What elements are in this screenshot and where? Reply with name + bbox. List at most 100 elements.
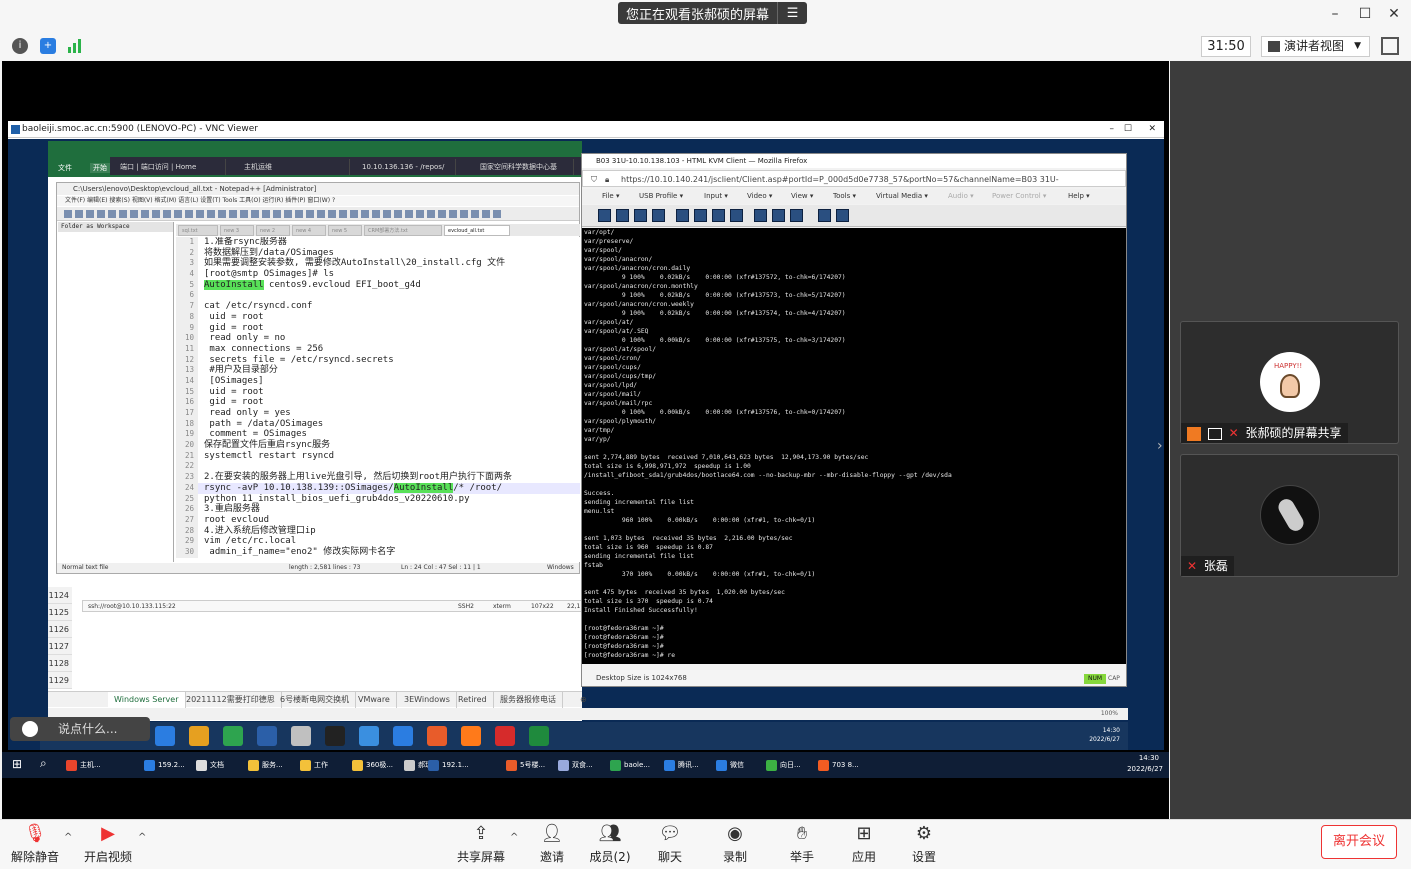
browser-tab[interactable]: 国家空间科学数据中心基 bbox=[474, 159, 574, 175]
remote-taskbar-icon[interactable] bbox=[359, 726, 379, 746]
toolbar-icon[interactable] bbox=[361, 210, 369, 218]
sheet-tab[interactable]: VMware bbox=[352, 692, 397, 708]
toolbar-icon[interactable] bbox=[240, 210, 248, 218]
kvm-menu-video[interactable]: Video ▾ bbox=[747, 189, 772, 204]
raise-hand-button[interactable]: ✋︎ 举手 bbox=[772, 821, 832, 865]
url-bar[interactable]: ⛉ 🔒︎ https://10.10.140.241/jsclient/Clie… bbox=[582, 170, 1126, 201]
share-screen-button[interactable]: ⇪ 共享屏幕 bbox=[451, 821, 511, 865]
taskbar-item[interactable]: 腾讯... bbox=[664, 755, 699, 775]
share-notice[interactable]: 您正在观看张郝硕的屏幕 ☰ bbox=[618, 2, 808, 24]
toolbar-icon[interactable] bbox=[119, 210, 127, 218]
toolbar-icon[interactable] bbox=[295, 210, 303, 218]
toolbar-icon[interactable] bbox=[416, 210, 424, 218]
emoji-icon[interactable] bbox=[22, 721, 38, 737]
taskbar-item[interactable]: 360极... bbox=[352, 755, 393, 775]
taskbar-item[interactable]: 向日... bbox=[766, 755, 801, 775]
kvm-toolbar-icon[interactable] bbox=[652, 209, 665, 222]
sheet-tab[interactable]: 20211112需要打印德思 bbox=[180, 692, 282, 708]
toolbar-icon[interactable] bbox=[438, 210, 446, 218]
remote-terminal[interactable]: var/opt/var/preserve/var/spool/var/spool… bbox=[582, 228, 1126, 664]
toolbar-icon[interactable] bbox=[97, 210, 105, 218]
taskbar-item[interactable]: 文档 bbox=[196, 755, 224, 775]
toolbar-icon[interactable] bbox=[471, 210, 479, 218]
vnc-minimize-icon[interactable]: – bbox=[1110, 121, 1115, 138]
kvm-menu-view[interactable]: View ▾ bbox=[791, 189, 813, 204]
remote-taskbar-icon[interactable] bbox=[189, 726, 209, 746]
remote-taskbar-icon[interactable] bbox=[427, 726, 447, 746]
browser-tab[interactable]: 主机运维 bbox=[238, 159, 350, 175]
kvm-toolbar-icon[interactable] bbox=[598, 209, 611, 222]
toolbar-icon[interactable] bbox=[394, 210, 402, 218]
sheet-tab[interactable]: Retired bbox=[452, 692, 494, 708]
kvm-toolbar-icon[interactable] bbox=[634, 209, 647, 222]
maximize-icon[interactable]: ☐ bbox=[1357, 6, 1373, 22]
remote-taskbar-icon[interactable] bbox=[529, 726, 549, 746]
kvm-toolbar-icon[interactable] bbox=[836, 209, 849, 222]
kvm-toolbar-icon[interactable] bbox=[712, 209, 725, 222]
excel-grid[interactable] bbox=[48, 574, 582, 689]
kvm-menu-help[interactable]: Help ▾ bbox=[1068, 189, 1090, 204]
toolbar-icon[interactable] bbox=[306, 210, 314, 218]
add-sheet-icon[interactable]: ⊕ bbox=[574, 692, 593, 708]
toolbar-icon[interactable] bbox=[317, 210, 325, 218]
toolbar-icon[interactable] bbox=[152, 210, 160, 218]
notepad-tab[interactable]: new 2 bbox=[256, 225, 290, 236]
notepad-tab[interactable]: new 5 bbox=[328, 225, 362, 236]
kvm-toolbar-icon[interactable] bbox=[754, 209, 767, 222]
chat-button[interactable]: 💬︎ 聊天 bbox=[640, 821, 700, 865]
code-editor[interactable]: 1 1.准备rsync服务器 2 将数据解压到/data/OSimages 3 如果需要调… bbox=[176, 237, 580, 562]
browser-tab[interactable]: 端口 | 端口访问 | Home bbox=[114, 159, 226, 175]
search-icon[interactable]: ⌕ bbox=[40, 756, 47, 771]
kvm-toolbar-icon[interactable] bbox=[694, 209, 707, 222]
kvm-menu-virtual-media[interactable]: Virtual Media ▾ bbox=[876, 189, 928, 204]
kvm-menu-usb[interactable]: USB Profile ▾ bbox=[639, 189, 683, 204]
kvm-toolbar-icon[interactable] bbox=[772, 209, 785, 222]
browser-tab[interactable]: 10.10.136.136 - /repos/ bbox=[356, 159, 456, 175]
toolbar-icon[interactable] bbox=[383, 210, 391, 218]
toolbar-icon[interactable] bbox=[350, 210, 358, 218]
fullscreen-icon[interactable] bbox=[1381, 37, 1399, 55]
toolbar-icon[interactable] bbox=[339, 210, 347, 218]
record-button[interactable]: ◉ 录制 bbox=[705, 821, 765, 865]
toolbar-icon[interactable] bbox=[229, 210, 237, 218]
toolbar-icon[interactable] bbox=[207, 210, 215, 218]
toolbar-icon[interactable] bbox=[75, 210, 83, 218]
taskbar-item[interactable]: 192.1... bbox=[428, 755, 469, 775]
ribbon-home-tab[interactable]: 开始 bbox=[90, 163, 110, 173]
vnc-maximize-icon[interactable]: ☐ bbox=[1124, 121, 1132, 138]
chat-input[interactable]: 说点什么... bbox=[10, 717, 150, 741]
notepad-menu-bar[interactable]: 文件(F) 编辑(E) 搜索(S) 视图(V) 格式(M) 语言(L) 设置(T… bbox=[57, 196, 579, 206]
remote-taskbar-icon[interactable] bbox=[461, 726, 481, 746]
kvm-toolbar-icon[interactable] bbox=[616, 209, 629, 222]
remote-taskbar-icon[interactable] bbox=[155, 726, 175, 746]
toolbar-icon[interactable] bbox=[251, 210, 259, 218]
apps-button[interactable]: ⊞ 应用 bbox=[834, 821, 894, 865]
taskbar-item[interactable]: baole... bbox=[610, 755, 650, 775]
toolbar-icon[interactable] bbox=[482, 210, 490, 218]
ribbon-file-tab[interactable]: 文件 bbox=[58, 163, 72, 173]
toolbar-icon[interactable] bbox=[284, 210, 292, 218]
kvm-menu-input[interactable]: Input ▾ bbox=[704, 189, 728, 204]
remote-taskbar-icon[interactable] bbox=[495, 726, 515, 746]
kvm-toolbar-icon[interactable] bbox=[790, 209, 803, 222]
kvm-toolbar-icon[interactable] bbox=[818, 209, 831, 222]
settings-button[interactable]: ⚙︎ 设置 bbox=[894, 821, 954, 865]
start-video-button[interactable]: ▶︎ 开启视频 bbox=[78, 821, 138, 865]
toolbar-icon[interactable] bbox=[427, 210, 435, 218]
remote-taskbar-icon[interactable] bbox=[291, 726, 311, 746]
remote-taskbar-icon[interactable] bbox=[257, 726, 277, 746]
members-button[interactable]: 👥︎ 成员(2) bbox=[580, 821, 640, 865]
taskbar-item[interactable]: 微信 bbox=[716, 755, 744, 775]
remote-taskbar-icon[interactable] bbox=[393, 726, 413, 746]
zoom-level[interactable]: 100% bbox=[1101, 708, 1118, 720]
remote-taskbar-icon[interactable] bbox=[325, 726, 345, 746]
taskbar-item[interactable]: 703 8... bbox=[818, 755, 859, 775]
toolbar-icon[interactable] bbox=[405, 210, 413, 218]
toolbar-icon[interactable] bbox=[460, 210, 468, 218]
kvm-menu-file[interactable]: File ▾ bbox=[602, 189, 619, 204]
close-icon[interactable]: ✕ bbox=[1386, 6, 1402, 22]
toolbar-icon[interactable] bbox=[273, 210, 281, 218]
kvm-toolbar-icon[interactable] bbox=[730, 209, 743, 222]
notepad-tab-active[interactable]: evcloud_all.txt bbox=[444, 225, 510, 236]
audio-options-caret-icon[interactable]: ^ bbox=[64, 832, 72, 843]
